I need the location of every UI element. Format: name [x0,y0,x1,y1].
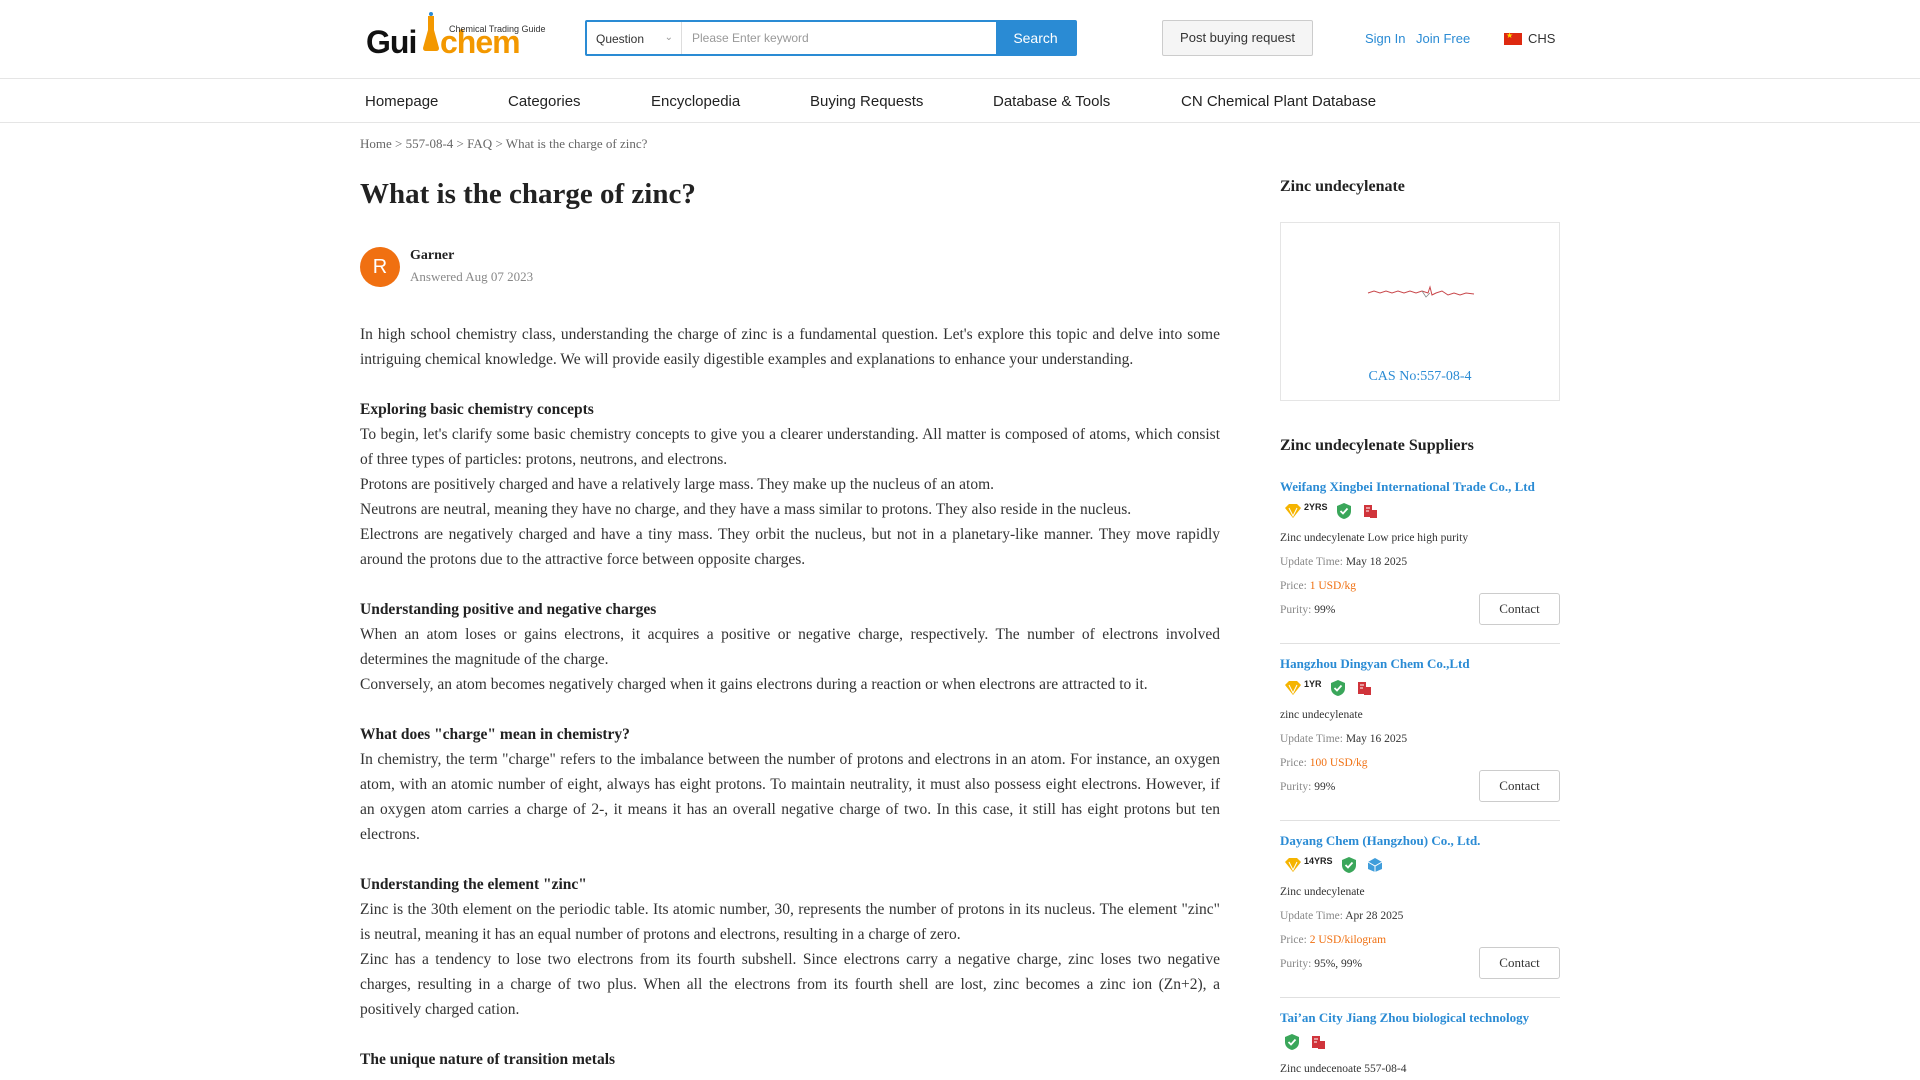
supplier-name[interactable]: Hangzhou Dingyan Chem Co.,Ltd [1280,656,1560,672]
paragraph: Zinc has a tendency to lose two electron… [360,951,1220,1018]
paragraph: Zinc is the 30th element on the periodic… [360,901,1220,943]
logo-tagline: Chemical Trading Guide [449,24,546,34]
supplier-product: Zinc undecenoate 557-08-4 [1280,1063,1407,1075]
breadcrumb-separator: > [495,136,506,151]
audit-certificate-icon [1357,682,1371,695]
search-bar: Question ⌄ Search [585,20,1077,56]
contact-button[interactable]: Contact [1479,947,1560,979]
answered-date: Answered Aug 07 2023 [410,269,534,284]
paragraph: To begin, let's clarify some basic chemi… [360,426,1220,468]
divider [1280,997,1560,998]
paragraph: When an atom loses or gains electrons, i… [360,626,1220,668]
site-logo[interactable]: Gui chem Chemical Trading Guide [366,12,546,58]
supplier-card: Dayang Chem (Hangzhou) Co., Ltd. 14YRS Z… [1280,833,1560,979]
gold-member-icon [1285,504,1301,518]
section-heading: Understanding positive and negative char… [360,601,657,618]
structure-card[interactable]: CAS No:557-08-4 [1280,222,1560,401]
nav-categories[interactable]: Categories [508,93,581,110]
supplier-badges: 2YRS [1280,500,1560,522]
supplier-update: Update Time: May 16 2025 [1280,733,1408,745]
section-heading: Understanding the element "zinc" [360,876,587,893]
contact-button[interactable]: Contact [1479,593,1560,625]
post-buying-request-button[interactable]: Post buying request [1162,20,1313,56]
china-flag-icon [1504,31,1522,45]
search-type-label: Question [596,32,645,46]
supplier-update: Update Time: Apr 28 2025 [1280,910,1404,922]
avatar: R [360,247,400,287]
supplier-card: Hangzhou Dingyan Chem Co.,Ltd 1YR zinc u… [1280,656,1560,802]
article-body: In high school chemistry class, understa… [360,322,1220,1072]
supplier-badges [1280,1031,1560,1053]
supplier-card: Weifang Xingbei International Trade Co.,… [1280,479,1560,625]
molecule-structure-image [1367,285,1475,298]
manufacturer-cube-icon [1367,858,1382,872]
paragraph: In high school chemistry class, understa… [360,326,1220,368]
years-badge: 2YRS [1304,502,1328,512]
supplier-name[interactable]: Weifang Xingbei International Trade Co.,… [1280,479,1560,495]
supplier-name[interactable]: Tai’an City Jiang Zhou biological techno… [1280,1010,1560,1026]
supplier-product: Zinc undecylenate Low price high purity [1280,532,1469,544]
author-name: Garner [410,248,455,263]
join-free-link[interactable]: Join Free [1416,31,1470,46]
supplier-badges: 1YR [1280,677,1560,699]
supplier-product: zinc undecylenate [1280,709,1363,721]
search-input[interactable] [682,22,996,54]
contact-button[interactable]: Contact [1479,770,1560,802]
divider [1280,820,1560,821]
breadcrumb-current: What is the charge of zinc? [505,136,648,151]
verified-shield-icon [1341,857,1356,873]
paragraph: Conversely, an atom becomes negatively c… [360,676,1148,693]
section-heading: Exploring basic chemistry concepts [360,401,594,418]
years-badge: 1YR [1304,679,1322,689]
nav-buying-requests[interactable]: Buying Requests [810,93,923,110]
paragraph: In chemistry, the term "charge" refers t… [360,751,1220,843]
breadcrumb-cas[interactable]: 557-08-4 [406,136,454,151]
breadcrumb-separator: > [456,136,468,151]
verified-shield-icon [1330,680,1345,696]
supplier-card: Tai’an City Jiang Zhou biological techno… [1280,1010,1560,1077]
supplier-update: Update Time: May 18 2025 [1280,556,1408,568]
breadcrumb-home[interactable]: Home [360,136,392,151]
site-header: Gui chem Chemical Trading Guide Question… [0,0,1920,79]
language-selector[interactable]: CHS [1504,31,1555,46]
nav-homepage[interactable]: Homepage [365,93,438,110]
nav-database-tools[interactable]: Database & Tools [993,93,1110,110]
breadcrumb: Home > 557-08-4 > FAQ > What is the char… [360,136,647,152]
years-badge: 14YRS [1304,856,1333,866]
supplier-name[interactable]: Dayang Chem (Hangzhou) Co., Ltd. [1280,833,1560,849]
section-heading: The unique nature of transition metals [360,1051,616,1068]
gold-member-icon [1285,681,1301,695]
supplier-price: Price: 1 USD/kg [1280,580,1357,592]
nav-encyclopedia[interactable]: Encyclopedia [651,93,740,110]
paragraph: Electrons are negatively charged and hav… [360,526,1220,568]
language-label: CHS [1528,31,1556,46]
search-button[interactable]: Search [996,22,1075,54]
search-type-select[interactable]: Question ⌄ [587,22,682,54]
breadcrumb-separator: > [395,136,406,151]
audit-certificate-icon [1312,1036,1325,1049]
paragraph: Protons are positively charged and have … [360,476,995,493]
cas-number[interactable]: CAS No:557-08-4 [1281,369,1559,385]
main-nav: Homepage Categories Encyclopedia Buying … [0,80,1920,123]
sign-in-link[interactable]: Sign In [1365,31,1405,46]
supplier-product: Zinc undecylenate [1280,886,1365,898]
paragraph: Neutrons are neutral, meaning they have … [360,501,1132,518]
verified-shield-icon [1336,503,1351,519]
chevron-down-icon: ⌄ [664,32,673,43]
divider [1280,643,1560,644]
supplier-badges: 14YRS [1280,854,1560,876]
suppliers-title: Zinc undecylenate Suppliers [1280,437,1474,454]
gold-member-icon [1285,858,1301,872]
supplier-price: Price: 100 USD/kg [1280,757,1368,769]
supplier-price: Price: 2 USD/kilogram [1280,934,1387,946]
verified-shield-icon [1285,1034,1299,1050]
audit-certificate-icon [1363,505,1377,518]
product-title[interactable]: Zinc undecylenate [1280,178,1405,196]
page-title: What is the charge of zinc? [360,178,696,210]
section-heading: What does "charge" mean in chemistry? [360,726,630,743]
nav-cn-plant-database[interactable]: CN Chemical Plant Database [1181,93,1376,110]
breadcrumb-faq[interactable]: FAQ [467,136,492,151]
